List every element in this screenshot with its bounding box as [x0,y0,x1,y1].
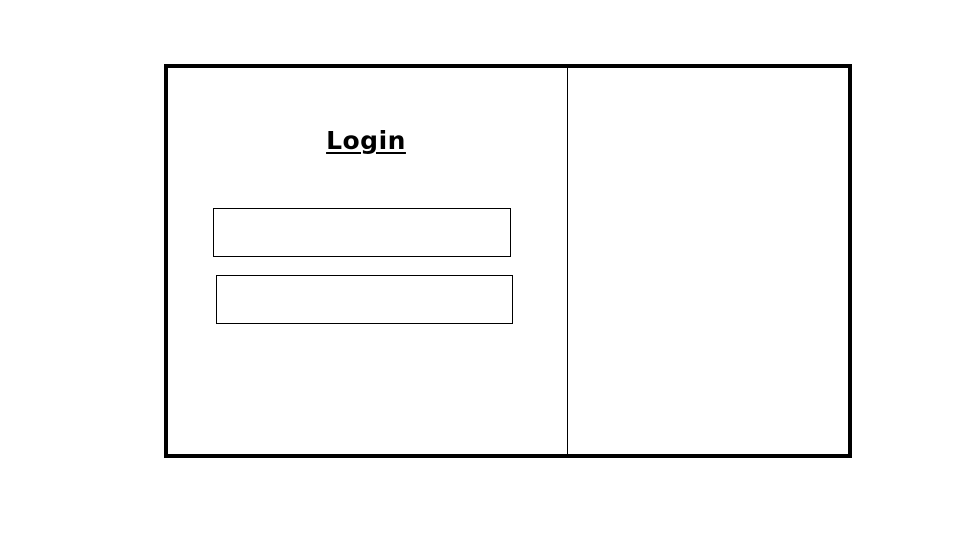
password-field[interactable] [216,275,513,324]
username-field[interactable] [213,208,511,257]
login-title: Login [326,126,406,155]
login-window-frame: Login [164,64,852,458]
panel-divider [567,68,568,454]
panel-divider-tail [564,454,565,458]
